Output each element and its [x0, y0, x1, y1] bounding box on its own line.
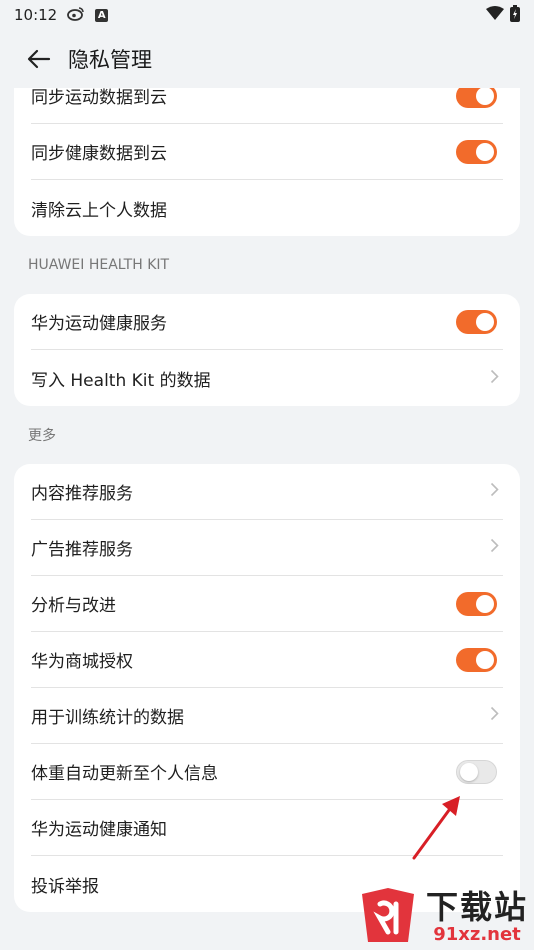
row-label: 华为商城授权: [31, 652, 133, 672]
row-label: 内容推荐服务: [31, 484, 133, 504]
battery-charging-icon: [510, 4, 520, 26]
row-healthkit-written-data[interactable]: 写入 Health Kit 的数据: [31, 350, 503, 406]
chevron-right-icon: [490, 538, 499, 557]
chevron-right-icon: [490, 369, 499, 388]
row-label: 写入 Health Kit 的数据: [31, 370, 211, 391]
watermark: 下载站 91xz.net: [352, 886, 528, 948]
annotation-arrow-icon: [412, 796, 460, 860]
row-ad-recommendation[interactable]: 广告推荐服务: [31, 520, 503, 576]
wifi-icon: [486, 6, 504, 24]
chevron-right-icon: [490, 706, 499, 725]
row-label: 体重自动更新至个人信息: [31, 764, 218, 784]
row-content-recommendation[interactable]: 内容推荐服务: [31, 464, 503, 520]
notification-badge-icon: A: [95, 8, 109, 22]
section-header-more: 更多: [28, 428, 56, 444]
cloud-sync-card: 同步运动数据到云 同步健康数据到云 清除云上个人数据: [14, 68, 520, 236]
analysis-improvement-toggle[interactable]: [456, 591, 497, 616]
status-time: 10:12: [14, 6, 58, 24]
row-huawei-health-service[interactable]: 华为运动健康服务: [31, 294, 503, 350]
weight-auto-update-toggle[interactable]: [456, 759, 497, 784]
row-label: 同步健康数据到云: [31, 144, 167, 164]
row-label: 分析与改进: [31, 596, 116, 616]
toggle-knob: [476, 312, 494, 331]
weibo-icon: [67, 6, 85, 25]
row-vmall-authorization[interactable]: 华为商城授权: [31, 632, 503, 688]
sync-health-data-toggle[interactable]: [456, 139, 497, 164]
watermark-logo-icon: [361, 888, 414, 942]
huawei-health-service-toggle[interactable]: [456, 309, 497, 334]
status-left: 10:12 A: [14, 6, 109, 25]
watermark-main: 下载站: [425, 888, 528, 926]
row-sync-health-data[interactable]: 同步健康数据到云: [31, 124, 503, 180]
row-training-stats-data[interactable]: 用于训练统计的数据: [31, 688, 503, 744]
row-label: 清除云上个人数据: [31, 200, 167, 221]
watermark-sub: 91xz.net: [433, 924, 521, 945]
row-analysis-improvement[interactable]: 分析与改进: [31, 576, 503, 632]
watermark-text: 下载站 91xz.net: [426, 889, 528, 945]
toggle-knob: [476, 142, 494, 161]
status-right: [486, 4, 520, 26]
row-label: 华为运动健康服务: [31, 314, 167, 334]
app-bar: 隐私管理: [0, 30, 534, 88]
vmall-authorization-toggle[interactable]: [456, 647, 497, 672]
settings-content: 同步运动数据到云 同步健康数据到云 清除云上个人数据 HUAWEI HEALTH…: [0, 68, 534, 912]
page-title: 隐私管理: [68, 48, 152, 72]
toggle-knob: [476, 594, 494, 613]
healthkit-card: 华为运动健康服务 写入 Health Kit 的数据: [14, 294, 520, 406]
row-label: 广告推荐服务: [31, 540, 133, 560]
toggle-knob: [460, 762, 478, 781]
arrow-left-icon[interactable]: [26, 46, 52, 72]
status-bar: 10:12 A: [0, 0, 534, 30]
row-label: 华为运动健康通知: [31, 820, 167, 840]
section-header-healthkit: HUAWEI HEALTH KIT: [28, 257, 170, 273]
toggle-knob: [476, 650, 494, 669]
row-label: 投诉举报: [31, 876, 99, 897]
row-label: 用于训练统计的数据: [31, 708, 184, 728]
toggle-knob: [476, 86, 494, 105]
row-clear-cloud-data[interactable]: 清除云上个人数据: [31, 180, 503, 236]
chevron-right-icon: [490, 482, 499, 501]
